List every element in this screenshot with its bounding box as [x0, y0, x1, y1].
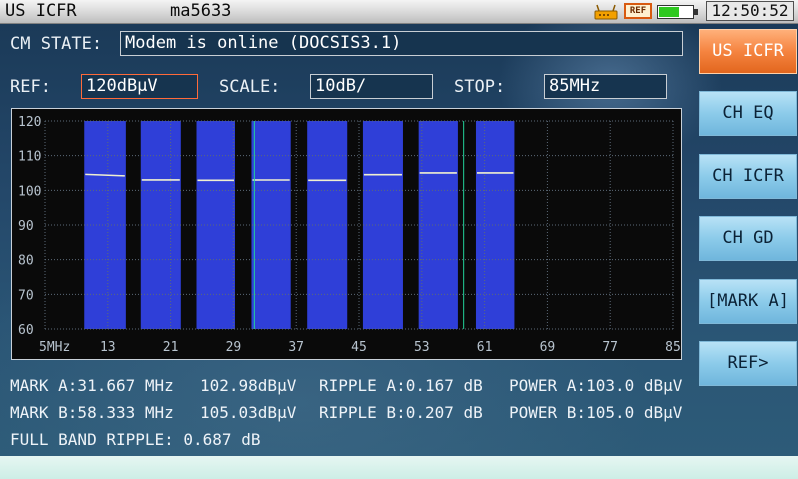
mark-a-button[interactable]: [MARK A] [699, 279, 797, 324]
modem-icon [594, 4, 618, 20]
y-tick-label: 110 [18, 150, 41, 165]
y-tick-label: 120 [18, 115, 41, 130]
status-bar [0, 456, 798, 479]
y-tick-label: 100 [18, 184, 41, 199]
x-tick-label: 61 [477, 340, 493, 355]
ch-gd-button[interactable]: CH GD [699, 216, 797, 261]
x-tick-label: 21 [163, 340, 179, 355]
x-tick-label: 13 [100, 340, 116, 355]
y-tick-label: 70 [18, 288, 34, 303]
device-name: ma5633 [170, 1, 232, 21]
x-tick-label: 77 [602, 340, 618, 355]
ref-badge-icon: REF [624, 3, 652, 19]
x-tick-label: 85 [665, 340, 681, 355]
x-tick-label: 53 [414, 340, 430, 355]
stop-input[interactable]: 85MHz [544, 74, 667, 99]
channel-bar-3 [196, 121, 235, 329]
power-b: POWER B:105.0 dBμV [509, 403, 683, 422]
x-tick-label: 45 [351, 340, 367, 355]
x-tick-label: 37 [288, 340, 304, 355]
mark-a-level: 102.98dBμV [200, 376, 297, 395]
spectrum-chart[interactable]: 5MHz 13 21 29 37 45 53 61 69 77 85 120 110 100 90 80 70 6… [11, 108, 682, 360]
ref-input[interactable]: 120dBμV [81, 74, 198, 99]
cm-state-field: Modem is online (DOCSIS3.1) [120, 31, 683, 56]
ripple-a: RIPPLE A:0.167 dB [319, 376, 483, 395]
y-tick-label: 80 [18, 254, 34, 269]
scale-label: SCALE: [219, 77, 281, 97]
y-tick-label: 60 [18, 323, 34, 338]
battery-icon [657, 5, 698, 19]
ripple-b: RIPPLE B:0.207 dB [319, 403, 483, 422]
y-tick-label: 90 [18, 219, 34, 234]
chart-canvas: 5MHz 13 21 29 37 45 53 61 69 77 85 120 110 100 90 80 70 6… [18, 115, 681, 355]
us-icfr-button[interactable]: US ICFR [699, 29, 797, 74]
channel-bar-4 [251, 121, 291, 329]
power-a: POWER A:103.0 dBμV [509, 376, 683, 395]
stop-label: STOP: [454, 77, 506, 97]
clock: 12:50:52 [706, 1, 794, 21]
ref-label: REF: [10, 77, 51, 97]
scale-input[interactable]: 10dB/ [310, 74, 433, 99]
ref-menu-button[interactable]: REF> [699, 341, 797, 386]
mark-b-frequency: MARK B:58.333 MHz [10, 403, 174, 422]
mark-a-frequency: MARK A:31.667 MHz [10, 376, 174, 395]
ch-icfr-button[interactable]: CH ICFR [699, 154, 797, 199]
cm-state-label: CM STATE: [10, 34, 103, 54]
x-tick-label: 69 [540, 340, 556, 355]
ch-eq-button[interactable]: CH EQ [699, 91, 797, 136]
mark-b-level: 105.03dBμV [200, 403, 297, 422]
title-bar: US ICFR ma5633 REF 12:50:52 [0, 0, 798, 24]
x-tick-label: 29 [226, 340, 242, 355]
full-band-ripple: FULL BAND RIPPLE: 0.687 dB [10, 430, 261, 449]
x-tick-label: 5MHz [39, 340, 70, 355]
mode-title: US ICFR [5, 1, 77, 21]
